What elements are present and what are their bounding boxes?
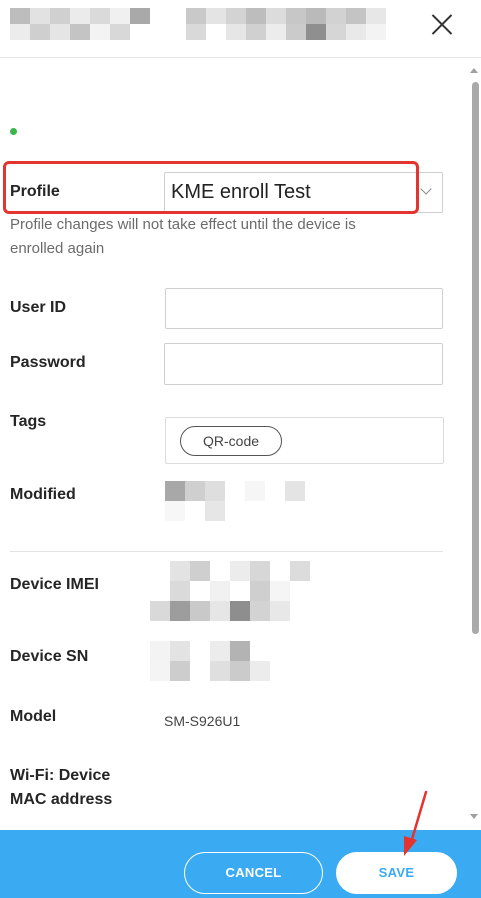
tags-input[interactable]: QR-code (165, 417, 444, 464)
profile-select-value: KME enroll Test (171, 181, 311, 203)
redacted-imei-value (150, 561, 310, 621)
model-label: Model (10, 708, 57, 725)
tag-chip[interactable]: QR-code (180, 426, 283, 456)
modified-label: Modified (10, 486, 76, 503)
dialog-footer: CANCEL SAVE (0, 830, 481, 898)
redacted-modified-value (165, 481, 305, 521)
scroll-up-arrow[interactable] (470, 68, 478, 73)
device-imei-label: Device IMEI (10, 576, 99, 593)
redacted-sn-value (150, 641, 270, 681)
tags-label: Tags (10, 413, 47, 430)
profile-hint: Profile changes will not take effect unt… (10, 216, 356, 257)
status-dot (10, 128, 17, 135)
user-id-label: User ID (10, 299, 67, 316)
section-divider (10, 551, 443, 552)
dialog-header (0, 0, 481, 58)
profile-select[interactable]: KME enroll Test (164, 172, 443, 213)
model-value: SM-S926U1 (164, 713, 241, 729)
cancel-button[interactable]: CANCEL (184, 852, 323, 894)
chevron-down-icon (420, 183, 432, 195)
redacted-title-right (186, 8, 386, 40)
user-id-input[interactable] (165, 288, 443, 329)
wifi-mac-label-line1: Wi-Fi: Device (10, 767, 111, 784)
scroll-down-arrow[interactable] (470, 814, 478, 819)
profile-label: Profile (10, 183, 60, 200)
password-input[interactable] (164, 343, 443, 385)
close-icon[interactable] (426, 8, 458, 40)
password-label: Password (10, 354, 86, 371)
device-sn-label: Device SN (10, 648, 89, 665)
save-button[interactable]: SAVE (336, 852, 457, 894)
wifi-mac-label-line2: MAC address (10, 791, 113, 808)
redacted-title-left (10, 8, 170, 40)
scrollbar-thumb[interactable] (472, 82, 479, 634)
